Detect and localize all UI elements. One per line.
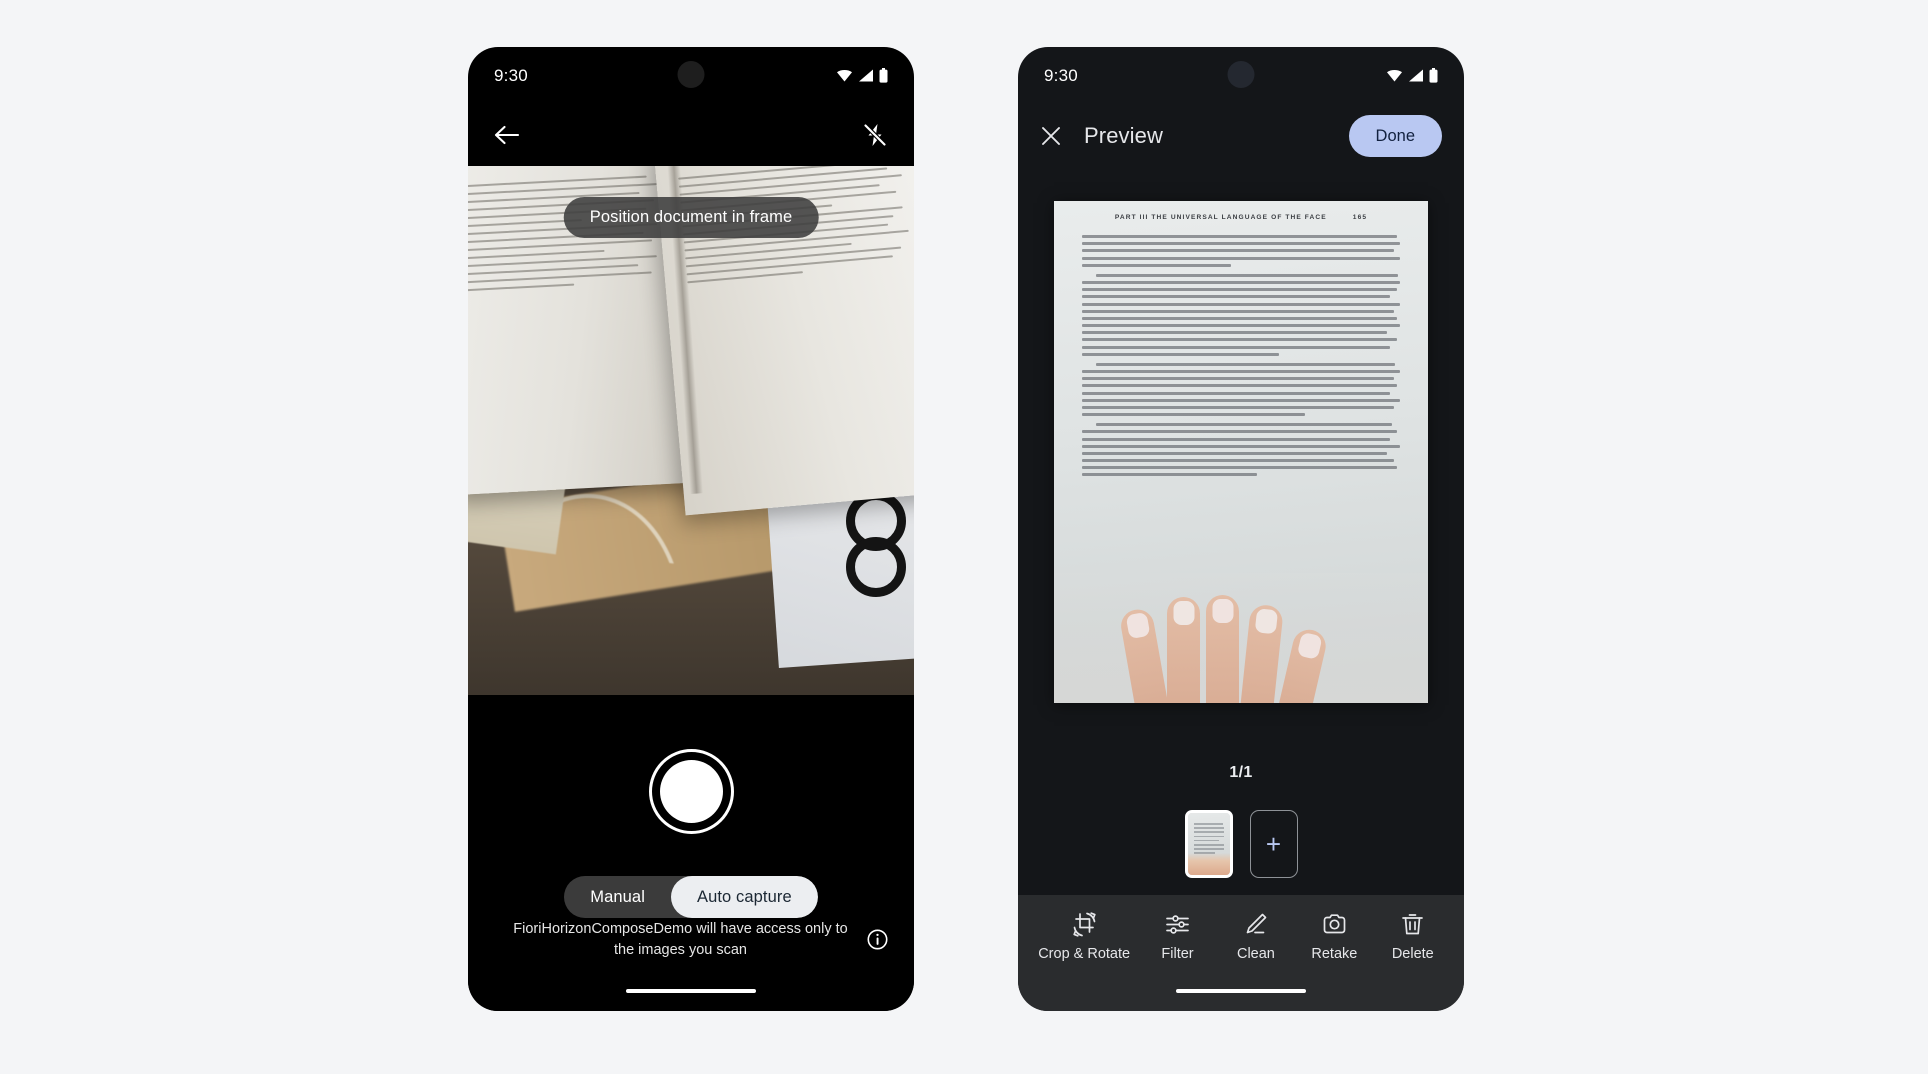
preview-appbar: Preview Done	[1018, 104, 1464, 168]
home-indicator[interactable]	[626, 989, 756, 993]
done-button[interactable]: Done	[1348, 115, 1442, 157]
filter-sliders-icon	[1164, 911, 1191, 938]
status-bar: 9:30	[1018, 47, 1464, 104]
camera-icon	[1321, 911, 1348, 938]
trash-icon	[1399, 911, 1426, 938]
mode-manual-button[interactable]: Manual	[564, 876, 671, 918]
wifi-icon	[836, 69, 853, 82]
cellular-signal-icon	[858, 69, 874, 82]
finger	[1167, 597, 1200, 703]
thumbnail-strip: +	[1018, 810, 1464, 878]
capture-mode-segmented-control[interactable]: Manual Auto capture	[564, 876, 818, 918]
page-title: Preview	[1084, 123, 1163, 148]
retake-button[interactable]: Retake	[1303, 911, 1365, 962]
clean-button[interactable]: Clean	[1225, 911, 1287, 962]
camera-viewfinder[interactable]: Position document in frame	[468, 166, 914, 695]
finger	[1276, 626, 1329, 703]
camera-appbar	[468, 104, 914, 166]
info-icon[interactable]	[867, 929, 888, 950]
document-header-part: PART III THE UNIVERSAL LANGUAGE OF THE F…	[1114, 214, 1327, 221]
add-page-button[interactable]: +	[1249, 810, 1298, 878]
status-time: 9:30	[494, 65, 528, 85]
document-body-text	[1054, 221, 1428, 477]
scanned-document-image[interactable]: PART III THE UNIVERSAL LANGUAGE OF THE F…	[1054, 201, 1428, 703]
camera-controls: Manual Auto capture FioriHorizonComposeD…	[468, 695, 914, 1011]
arrow-back-icon[interactable]	[494, 125, 520, 145]
tool-label: Crop & Rotate	[1038, 946, 1131, 962]
document-paragraph	[1082, 273, 1400, 356]
document-paragraph	[1082, 423, 1400, 477]
shutter-inner	[659, 760, 723, 823]
flash-off-icon[interactable]	[862, 122, 888, 148]
preview-stage: PART III THE UNIVERSAL LANGUAGE OF THE F…	[1018, 168, 1464, 760]
viewfinder-scene	[468, 166, 914, 695]
status-icons	[1386, 68, 1438, 83]
battery-icon	[879, 68, 888, 83]
document-header: PART III THE UNIVERSAL LANGUAGE OF THE F…	[1054, 201, 1428, 221]
hand-in-photo	[1054, 573, 1428, 703]
finger	[1118, 606, 1171, 703]
close-icon[interactable]	[1040, 125, 1062, 147]
consent-text: FioriHorizonComposeDemo will have access…	[513, 920, 848, 958]
clean-pen-icon	[1242, 911, 1269, 938]
finger	[1239, 603, 1284, 703]
crop-rotate-icon	[1071, 911, 1098, 938]
document-page-number: 165	[1352, 214, 1368, 221]
delete-button[interactable]: Delete	[1382, 911, 1444, 962]
home-indicator[interactable]	[1176, 989, 1306, 993]
wifi-icon	[1386, 69, 1403, 82]
mode-auto-capture-button[interactable]: Auto capture	[670, 876, 818, 918]
status-time: 9:30	[1044, 65, 1078, 85]
preview-toolbar: Crop & Rotate Filter Clean Retake Delete	[1018, 895, 1464, 1011]
document-paragraph	[1082, 362, 1400, 417]
crop-and-rotate-button[interactable]: Crop & Rotate	[1038, 911, 1130, 962]
thumbnail-preview	[1187, 813, 1230, 875]
position-hint-pill: Position document in frame	[563, 197, 819, 238]
preview-phone-frame: 9:30 Preview Done PART III THE UNIVERSAL…	[1018, 47, 1464, 1011]
screenshot-canvas: 9:30 Position document in frame Manual A…	[0, 0, 1928, 1074]
cellular-signal-icon	[1408, 69, 1424, 82]
tool-label: Clean	[1236, 946, 1275, 962]
tool-label: Filter	[1161, 946, 1194, 962]
tool-label: Retake	[1311, 946, 1358, 962]
tool-label: Delete	[1391, 946, 1434, 962]
status-icons	[836, 68, 888, 83]
ring-binder-graphic	[818, 490, 914, 621]
camera-phone-frame: 9:30 Position document in frame Manual A…	[468, 47, 914, 1011]
filter-button[interactable]: Filter	[1147, 911, 1209, 962]
status-bar: 9:30	[468, 47, 914, 104]
finger	[1206, 595, 1239, 703]
battery-icon	[1429, 68, 1438, 83]
thumbnail-hand	[1187, 853, 1230, 875]
front-camera-punch-hole	[1227, 61, 1255, 88]
front-camera-punch-hole	[677, 61, 705, 88]
page-thumbnail-1[interactable]	[1184, 810, 1233, 878]
capture-button[interactable]	[648, 749, 734, 834]
page-counter: 1/1	[1229, 764, 1253, 781]
consent-row: FioriHorizonComposeDemo will have access…	[468, 919, 914, 961]
document-paragraph	[1082, 235, 1400, 267]
